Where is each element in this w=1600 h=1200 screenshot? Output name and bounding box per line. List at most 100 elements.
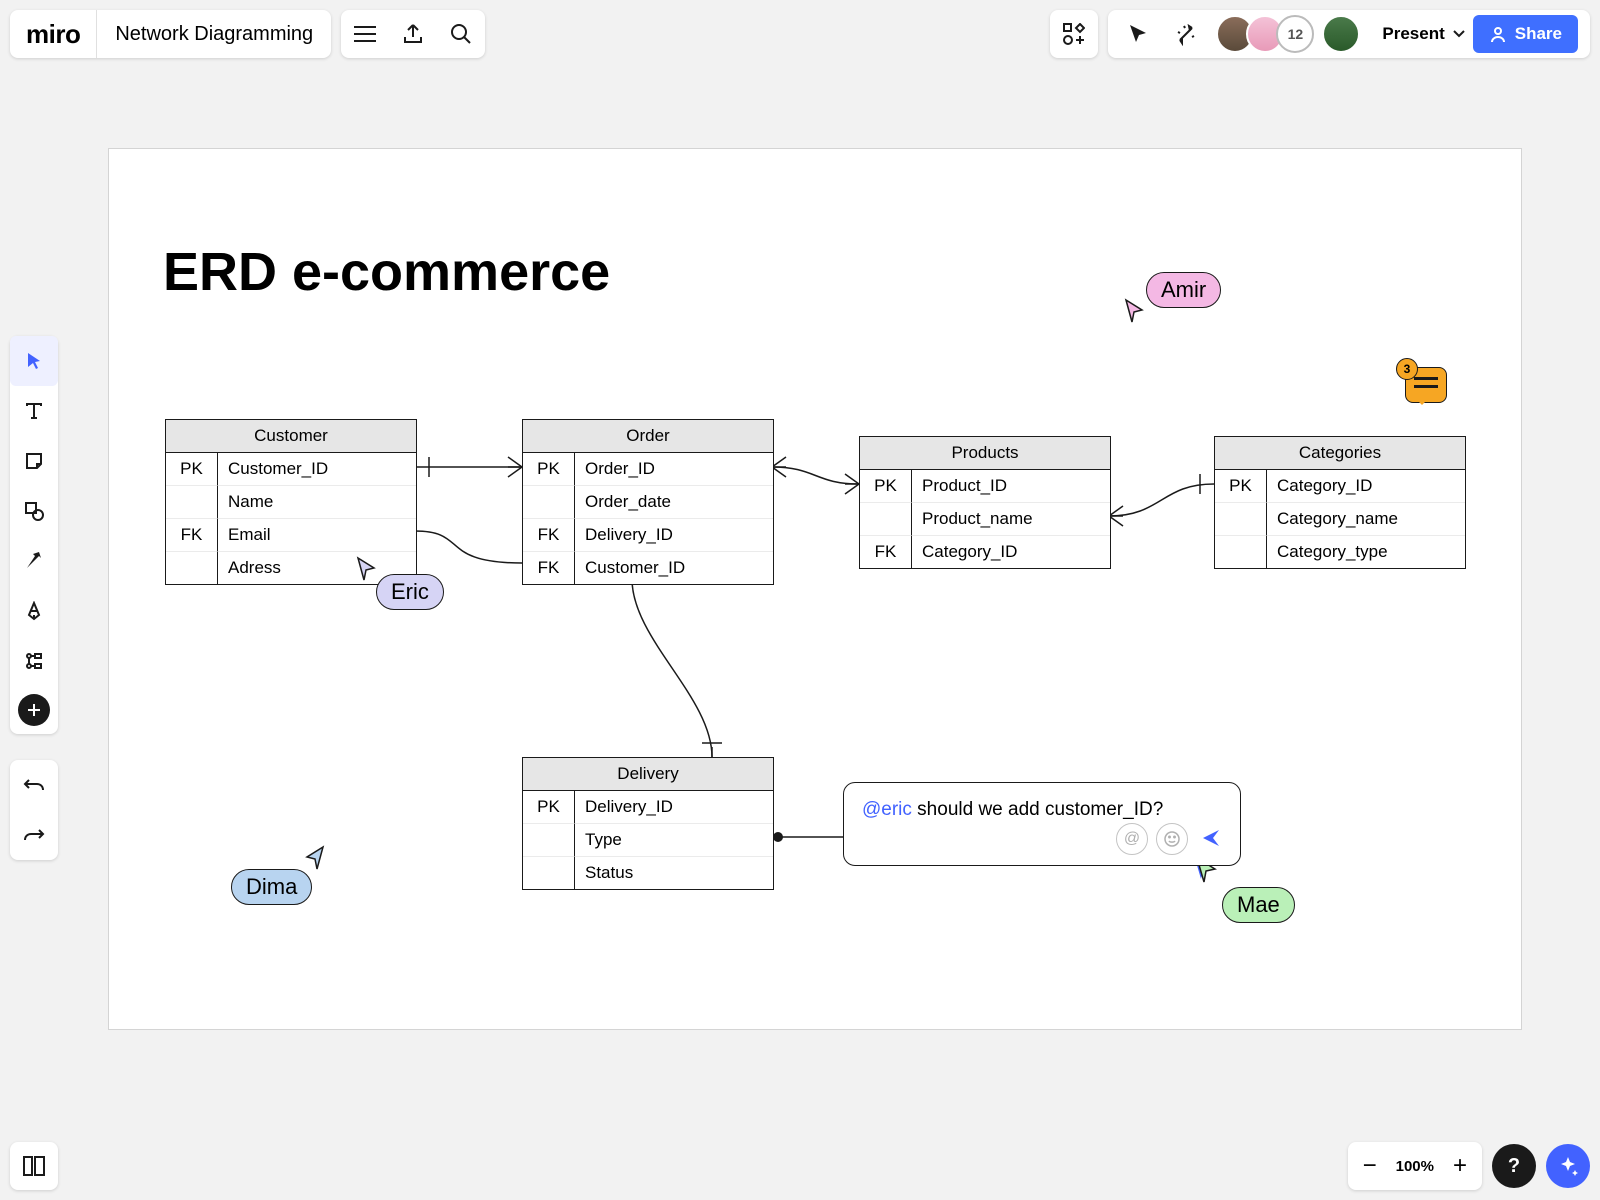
erd-field: Customer_ID bbox=[575, 552, 773, 584]
tool-frame[interactable] bbox=[10, 636, 58, 686]
share-label: Share bbox=[1515, 24, 1562, 44]
collab-panel: 12 Present Share bbox=[1108, 10, 1590, 58]
erd-field: Category_name bbox=[1267, 503, 1465, 536]
cursor-label: Eric bbox=[376, 574, 444, 610]
cursor-dima: Dima bbox=[231, 869, 312, 905]
diagram-title[interactable]: ERD e-commerce bbox=[163, 241, 610, 303]
search-icon[interactable] bbox=[437, 10, 485, 58]
cursor-mae: Mae bbox=[1222, 887, 1295, 923]
mention-icon[interactable]: @ bbox=[1116, 823, 1148, 855]
erd-key: FK bbox=[166, 519, 218, 552]
erd-field: Category_ID bbox=[1267, 470, 1465, 503]
tool-select[interactable] bbox=[10, 336, 58, 386]
person-add-icon bbox=[1489, 25, 1507, 43]
tool-shape[interactable] bbox=[10, 486, 58, 536]
chevron-down-icon bbox=[1453, 30, 1465, 38]
erd-table-title: Products bbox=[860, 437, 1110, 470]
ai-button[interactable] bbox=[1546, 1144, 1590, 1188]
erd-field: Customer_ID bbox=[218, 453, 416, 486]
zoom-in-button[interactable]: + bbox=[1438, 1142, 1482, 1190]
tool-pen[interactable] bbox=[10, 586, 58, 636]
erd-field: Name bbox=[218, 486, 416, 519]
erd-field: Delivery_ID bbox=[575, 519, 773, 552]
help-button[interactable]: ? bbox=[1492, 1144, 1536, 1188]
erd-key bbox=[523, 486, 575, 519]
tool-sticky[interactable] bbox=[10, 436, 58, 486]
collaborator-avatars[interactable]: 12 bbox=[1210, 15, 1366, 53]
erd-key bbox=[166, 486, 218, 519]
tool-add[interactable] bbox=[18, 694, 50, 726]
erd-key: FK bbox=[860, 536, 912, 568]
erd-table-customer[interactable]: CustomerPKCustomer_IDNameFKEmailAdress bbox=[165, 419, 417, 585]
share-button[interactable]: Share bbox=[1473, 15, 1578, 53]
erd-key bbox=[523, 824, 575, 857]
erd-field: Order_ID bbox=[575, 453, 773, 486]
export-icon[interactable] bbox=[389, 10, 437, 58]
reactions-icon[interactable] bbox=[1162, 10, 1210, 58]
erd-field: Product_ID bbox=[912, 470, 1110, 503]
cursor-eric: Eric bbox=[376, 574, 444, 610]
comment-bubble[interactable]: 3 bbox=[1405, 367, 1447, 403]
undo-redo-panel bbox=[10, 760, 58, 860]
erd-field: Email bbox=[218, 519, 416, 552]
erd-key bbox=[166, 552, 218, 584]
left-toolbar bbox=[10, 336, 58, 734]
erd-field: Order_date bbox=[575, 486, 773, 519]
comment-card[interactable]: @eric should we add customer_ID? @ bbox=[843, 782, 1241, 866]
erd-key bbox=[1215, 536, 1267, 568]
miro-logo[interactable]: miro bbox=[10, 10, 97, 58]
erd-table-title: Delivery bbox=[523, 758, 773, 791]
cursor-mode-icon[interactable] bbox=[1114, 10, 1162, 58]
erd-field: Delivery_ID bbox=[575, 791, 773, 824]
frames-panel-button[interactable] bbox=[10, 1142, 58, 1190]
cursor-label: Dima bbox=[231, 869, 312, 905]
cursor-label: Amir bbox=[1146, 272, 1221, 308]
erd-table-delivery[interactable]: DeliveryPKDelivery_IDTypeStatus bbox=[522, 757, 774, 890]
erd-table-title: Customer bbox=[166, 420, 416, 453]
avatar-overflow[interactable]: 12 bbox=[1276, 15, 1314, 53]
undo-button[interactable] bbox=[10, 760, 58, 810]
zoom-out-button[interactable]: − bbox=[1348, 1142, 1392, 1190]
erd-key: PK bbox=[523, 453, 575, 486]
erd-field: Category_type bbox=[1267, 536, 1465, 568]
zoom-value[interactable]: 100% bbox=[1392, 1158, 1438, 1175]
erd-key bbox=[1215, 503, 1267, 536]
erd-key: FK bbox=[523, 519, 575, 552]
erd-field: Status bbox=[575, 857, 773, 889]
canvas[interactable]: ERD e-commerce CustomerPKCustomer_IDName… bbox=[108, 148, 1522, 1030]
cursor-amir: Amir bbox=[1146, 272, 1221, 308]
comment-count: 3 bbox=[1396, 358, 1418, 380]
board-header: miro Network Diagramming bbox=[10, 10, 331, 58]
send-icon[interactable] bbox=[1196, 823, 1226, 853]
erd-key bbox=[523, 857, 575, 889]
erd-key: PK bbox=[523, 791, 575, 824]
board-name[interactable]: Network Diagramming bbox=[97, 23, 331, 46]
top-actions bbox=[341, 10, 485, 58]
menu-icon[interactable] bbox=[341, 10, 389, 58]
comment-mention: @eric bbox=[862, 799, 912, 820]
erd-key: PK bbox=[1215, 470, 1267, 503]
emoji-icon[interactable] bbox=[1156, 823, 1188, 855]
erd-table-categories[interactable]: CategoriesPKCategory_IDCategory_nameCate… bbox=[1214, 436, 1466, 569]
tool-line[interactable] bbox=[10, 536, 58, 586]
zoom-control: − 100% + bbox=[1348, 1142, 1482, 1190]
erd-field: Product_name bbox=[912, 503, 1110, 536]
cursor-label: Mae bbox=[1222, 887, 1295, 923]
redo-button[interactable] bbox=[10, 810, 58, 860]
tool-text[interactable] bbox=[10, 386, 58, 436]
erd-table-products[interactable]: ProductsPKProduct_IDProduct_nameFKCatego… bbox=[859, 436, 1111, 569]
erd-table-title: Order bbox=[523, 420, 773, 453]
erd-key: PK bbox=[860, 470, 912, 503]
erd-field: Category_ID bbox=[912, 536, 1110, 568]
erd-table-title: Categories bbox=[1215, 437, 1465, 470]
avatar-me[interactable] bbox=[1322, 15, 1360, 53]
erd-key bbox=[860, 503, 912, 536]
present-button[interactable]: Present bbox=[1366, 10, 1472, 58]
erd-table-order[interactable]: OrderPKOrder_IDOrder_dateFKDelivery_IDFK… bbox=[522, 419, 774, 585]
erd-key: PK bbox=[166, 453, 218, 486]
erd-key: FK bbox=[523, 552, 575, 584]
present-label: Present bbox=[1382, 24, 1444, 44]
comment-text: should we add customer_ID? bbox=[912, 799, 1163, 820]
erd-field: Type bbox=[575, 824, 773, 857]
apps-button[interactable] bbox=[1050, 10, 1098, 58]
